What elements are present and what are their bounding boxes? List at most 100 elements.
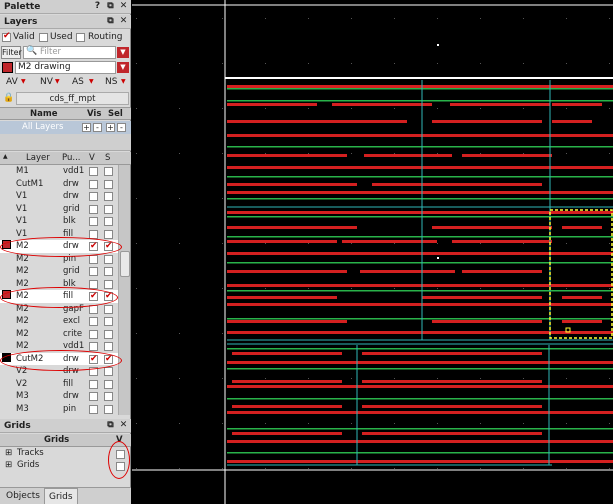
chevron-down-icon[interactable]: ▼ xyxy=(89,78,94,85)
layer-row[interactable]: CutM1 drw xyxy=(0,178,118,191)
filter-dropdown-icon[interactable]: ▼ xyxy=(117,47,129,58)
layer-selectable-checkbox[interactable] xyxy=(104,329,113,339)
layer-row[interactable]: M2 drw xyxy=(0,240,118,253)
layer-selectable-checkbox[interactable] xyxy=(104,353,113,365)
layer-row[interactable]: CutM2 drw xyxy=(0,352,118,365)
layer-row[interactable]: M3 drw xyxy=(0,390,118,403)
layer-visible-checkbox[interactable] xyxy=(89,353,98,365)
filter-input[interactable]: Filter xyxy=(40,47,61,57)
layer-row[interactable]: M3 pin xyxy=(0,403,118,416)
layer-row[interactable]: V2 fill xyxy=(0,378,118,391)
filter-input-box[interactable]: 🔍 Filter xyxy=(23,46,116,59)
routing-checkbox[interactable] xyxy=(76,33,85,42)
layer-selectable-checkbox[interactable] xyxy=(104,267,113,276)
layer-visible-checkbox[interactable] xyxy=(89,279,98,289)
grids-item-grids[interactable]: ⊞ Grids xyxy=(0,460,131,472)
layer-visible-checkbox[interactable] xyxy=(89,404,98,414)
layer-selectable-checkbox[interactable] xyxy=(104,342,113,351)
tab-objects[interactable]: Objects xyxy=(2,489,44,504)
vis-header[interactable]: Vis xyxy=(87,109,101,119)
sel-header[interactable]: Sel xyxy=(108,109,123,119)
close-icon[interactable]: ✕ xyxy=(118,16,129,27)
s-header[interactable]: S xyxy=(105,153,110,163)
layer-header[interactable]: Layer xyxy=(26,153,50,163)
layer-visible-checkbox[interactable] xyxy=(89,329,98,339)
layer-selectable-checkbox[interactable] xyxy=(104,379,113,389)
layer-visible-checkbox[interactable] xyxy=(89,304,98,314)
layer-selectable-checkbox[interactable] xyxy=(104,240,113,253)
layer-row[interactable]: M2 grid xyxy=(0,265,118,278)
layer-row[interactable]: V1 fill xyxy=(0,228,118,241)
vis-all-plus-button[interactable]: + xyxy=(82,123,91,132)
purpose-header[interactable]: Pu... xyxy=(62,153,80,163)
name-header[interactable]: Name xyxy=(30,109,57,119)
layer-visible-checkbox[interactable] xyxy=(89,379,98,389)
chevron-down-icon[interactable]: ▼ xyxy=(121,78,126,85)
layer-visible-checkbox[interactable] xyxy=(89,229,98,239)
layer-selectable-checkbox[interactable] xyxy=(104,290,113,303)
layer-selectable-checkbox[interactable] xyxy=(104,367,113,376)
layer-selectable-checkbox[interactable] xyxy=(104,254,113,264)
valid-checkbox[interactable] xyxy=(2,31,11,42)
layer-visible-checkbox[interactable] xyxy=(89,317,98,326)
sel-all-plus-button[interactable]: + xyxy=(106,123,115,132)
library-label[interactable]: cds_ff_mpt xyxy=(16,92,129,105)
float-icon[interactable]: ⧉ xyxy=(105,420,116,431)
layout-canvas[interactable] xyxy=(132,0,613,504)
collapse-icon[interactable]: ▲ xyxy=(3,153,8,160)
layer-row[interactable]: M2 vdd1 xyxy=(0,340,118,353)
all-layers-row[interactable]: All Layers + - + - xyxy=(0,121,131,134)
layer-scrollbar[interactable] xyxy=(118,165,130,415)
grids-v-header[interactable]: V xyxy=(116,435,123,445)
layer-selectable-checkbox[interactable] xyxy=(104,404,113,414)
layer-row[interactable]: M2 pin xyxy=(0,253,118,266)
scrollbar-thumb[interactable] xyxy=(120,251,130,277)
layer-visible-checkbox[interactable] xyxy=(89,204,98,214)
vis-all-minus-button[interactable]: - xyxy=(93,123,102,132)
tab-grids[interactable]: Grids xyxy=(44,488,78,504)
current-layer-dropdown-icon[interactable]: ▼ xyxy=(117,62,129,73)
grids-item-tracks[interactable]: ⊞ Tracks xyxy=(0,448,131,460)
chevron-down-icon[interactable]: ▼ xyxy=(21,78,26,85)
lock-icon[interactable]: 🔒 xyxy=(3,93,14,103)
layer-row[interactable]: M2 crite xyxy=(0,328,118,341)
layer-selectable-checkbox[interactable] xyxy=(104,317,113,326)
layer-visible-checkbox[interactable] xyxy=(89,217,98,226)
tracks-checkbox[interactable] xyxy=(116,450,125,459)
layout-drawing[interactable] xyxy=(132,0,613,504)
sel-all-minus-button[interactable]: - xyxy=(117,123,126,132)
v-header[interactable]: V xyxy=(89,153,95,163)
layer-visible-checkbox[interactable] xyxy=(89,267,98,276)
expand-icon[interactable]: ⊞ xyxy=(5,448,12,458)
close-icon[interactable]: ✕ xyxy=(118,420,129,431)
grids-column-header[interactable]: Grids xyxy=(44,435,69,445)
current-layer-select[interactable]: M2 drawing xyxy=(15,61,116,74)
chevron-down-icon[interactable]: ▼ xyxy=(55,78,60,85)
filter-button[interactable]: Filter xyxy=(1,46,22,59)
expand-icon[interactable]: ⊞ xyxy=(5,460,12,470)
tab-as[interactable]: AS xyxy=(72,77,84,87)
layer-visible-checkbox[interactable] xyxy=(89,342,98,351)
layer-visible-checkbox[interactable] xyxy=(89,290,98,303)
layer-row[interactable]: M2 excl xyxy=(0,315,118,328)
layer-selectable-checkbox[interactable] xyxy=(104,279,113,289)
float-icon[interactable]: ⧉ xyxy=(105,1,116,12)
close-icon[interactable]: ✕ xyxy=(118,1,129,12)
layer-selectable-checkbox[interactable] xyxy=(104,229,113,239)
grids-checkbox[interactable] xyxy=(116,462,125,471)
help-icon[interactable]: ? xyxy=(92,1,103,12)
layer-visible-checkbox[interactable] xyxy=(89,392,98,401)
layer-row[interactable]: V1 blk xyxy=(0,215,118,228)
layer-selectable-checkbox[interactable] xyxy=(104,179,113,189)
layer-selectable-checkbox[interactable] xyxy=(104,392,113,401)
layer-row[interactable]: V1 grid xyxy=(0,203,118,216)
layer-visible-checkbox[interactable] xyxy=(89,167,98,176)
layer-visible-checkbox[interactable] xyxy=(89,192,98,201)
layer-row[interactable]: V1 drw xyxy=(0,190,118,203)
layer-selectable-checkbox[interactable] xyxy=(104,167,113,176)
layer-row[interactable]: M2 fill xyxy=(0,290,118,303)
tab-ns[interactable]: NS xyxy=(105,77,117,87)
used-checkbox[interactable] xyxy=(39,33,48,42)
tab-nv[interactable]: NV xyxy=(40,77,53,87)
layer-selectable-checkbox[interactable] xyxy=(104,204,113,214)
